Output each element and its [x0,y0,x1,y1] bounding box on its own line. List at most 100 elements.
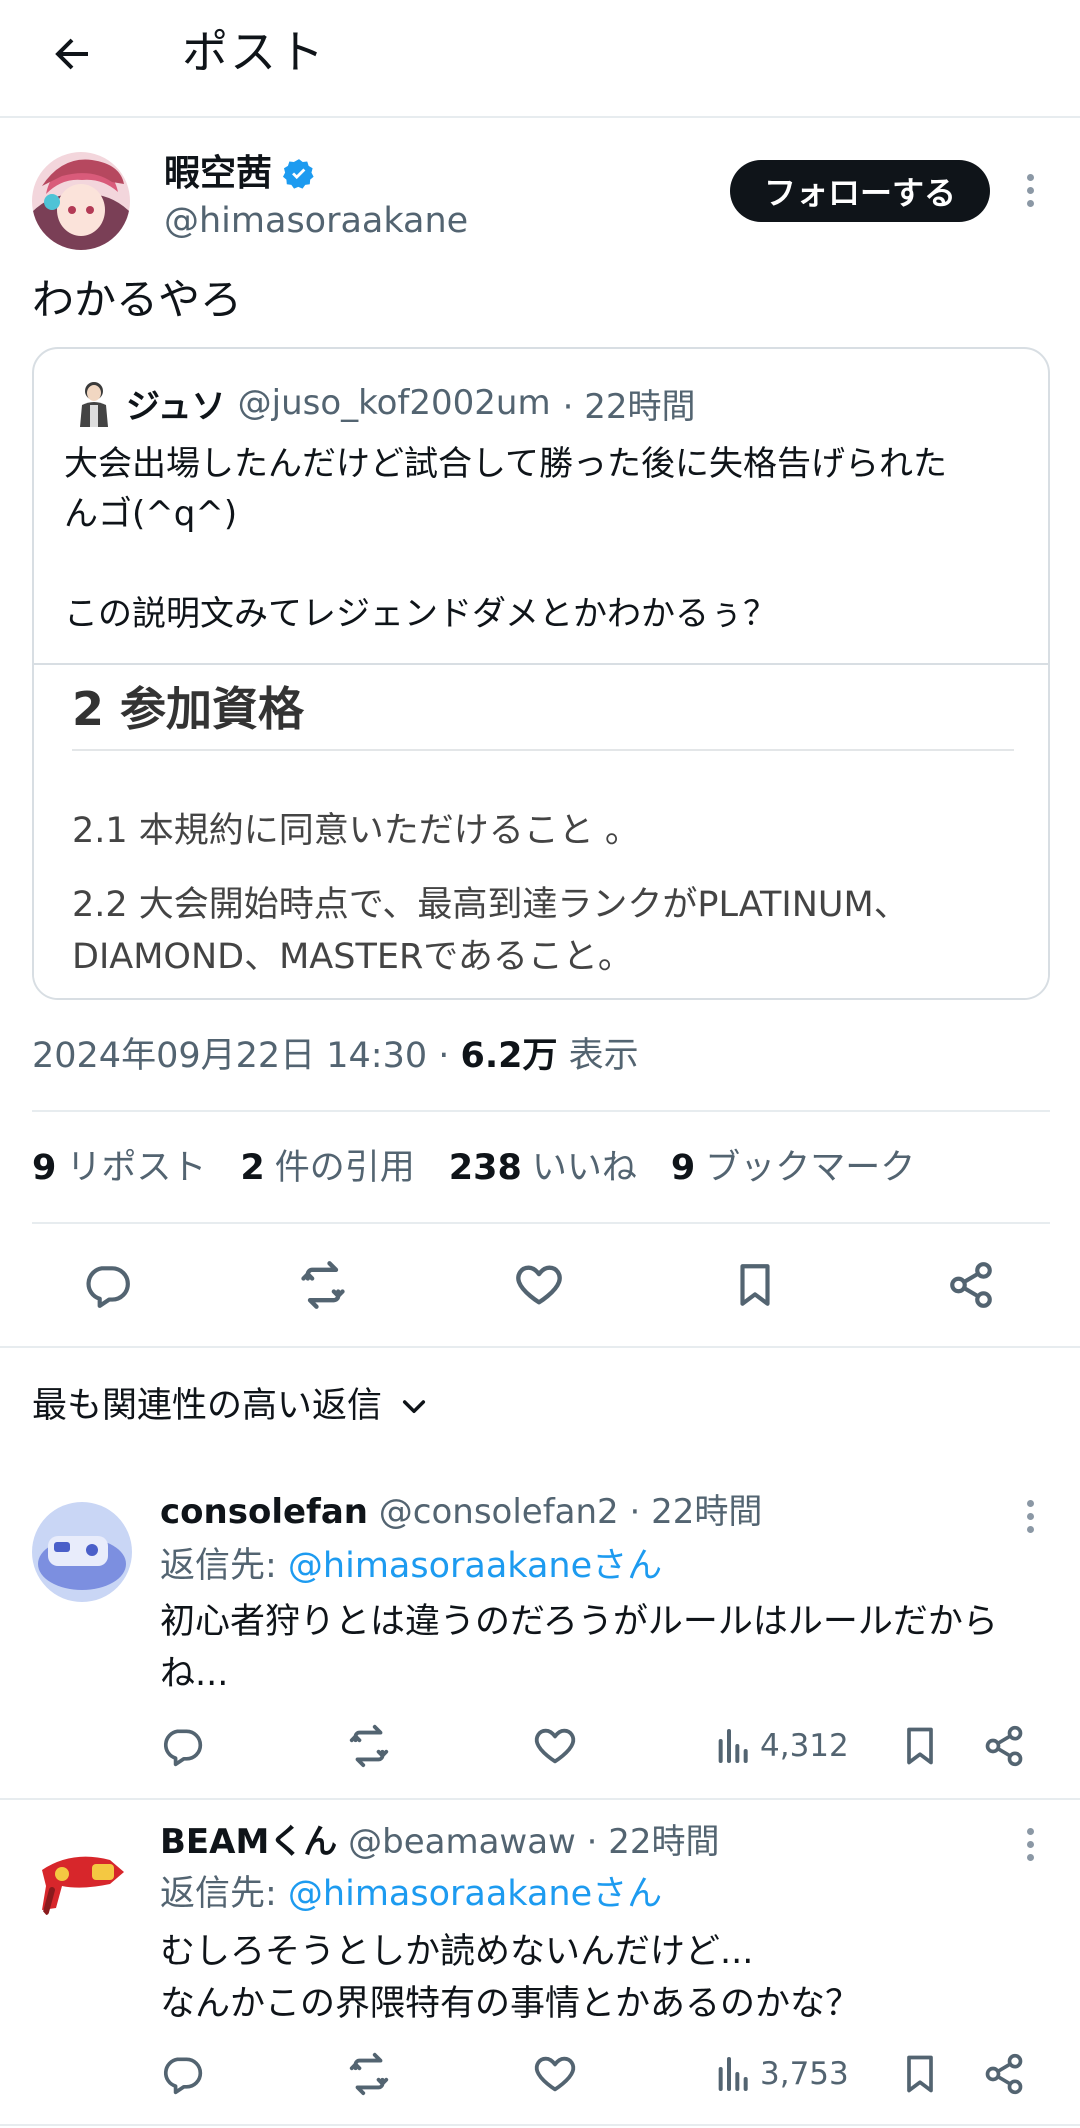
author-name-text: 暇空茜 [164,153,273,194]
reply-text-line: むしろそうとしか読めないんだけど... [160,1932,754,1972]
stat-quotes[interactable]: 2 件の引用 [240,1142,414,1194]
more-dot [1026,186,1034,194]
more-dots-icon [1026,1499,1034,1507]
stat-label: ブックマーク [705,1148,916,1188]
reply-time: · 22時間 [629,1492,763,1532]
bookmark-button[interactable] [720,1250,790,1320]
reply-to-line: 返信先: @himasoraakaneさん [160,1870,662,1918]
post-stats: 9 リポスト 2 件の引用 238 いいね 9 ブックマーク [32,1142,915,1194]
quoted-post-header: ジュソ @juso_kof2002um · 22時間 [74,379,695,427]
reply-avatar[interactable] [32,1502,132,1602]
share-button[interactable] [936,1250,1006,1320]
quoted-text-line: この説明文みてレジェンドダメとかわかるぅ？ [64,594,777,634]
more-dot [1026,1840,1034,1848]
chevron-down-icon [402,1400,426,1414]
follow-button[interactable]: フォローする [730,160,990,222]
reply-views-button[interactable]: 4,312 [714,1716,849,1776]
reply-icon [86,1266,130,1308]
repost-button[interactable] [288,1250,358,1320]
reply-more-button[interactable] [1010,1814,1050,1874]
back-button[interactable] [40,22,104,86]
divider [0,1798,1080,1800]
reply-share-button[interactable] [982,2044,1026,2104]
quoted-text-line [64,539,1034,589]
quoted-author-handle: @juso_kof2002um [237,383,551,423]
repost-icon [301,1261,345,1309]
more-dot [1026,1512,1034,1520]
image-divider [72,749,1014,751]
quoted-post-time: · 22時間 [562,386,696,427]
reply-sort-selector[interactable]: 最も関連性の高い返信 [32,1380,430,1432]
more-dots-icon [1026,173,1034,181]
reply-to-mention[interactable]: @himasoraakaneさん [288,1874,662,1914]
views-count: 6.2万 [460,1036,558,1076]
stat-likes[interactable]: 238 いいね [449,1142,637,1194]
reply-to-prefix: 返信先: [160,1874,288,1914]
stat-bookmarks[interactable]: 9 ブックマーク [671,1142,915,1194]
reply-header: consolefan @consolefan2 · 22時間 [160,1488,762,1536]
share-icon [985,1725,1023,1767]
reply-reply-button[interactable] [160,2044,204,2104]
quoted-post-image[interactable]: 2 参加資格 2.1 本規約に同意いただけること 。 2.2 大会開始時点で、最… [34,663,1048,998]
reply-views-count: 3,753 [760,2056,849,2092]
author-handle[interactable]: @himasoraakane [164,198,468,244]
quoted-post-text: 大会出場したんだけど試合して勝った後に失格告げられた んゴ(^q^) この説明文… [64,439,1034,639]
image-heading: 2 参加資格 [72,682,305,736]
like-button[interactable] [504,1250,574,1320]
timestamp-text: 2024年09月22日 14:30 · [32,1036,461,1076]
author-name[interactable]: 暇空茜 [164,150,316,198]
quoted-author-avatar [74,379,114,427]
stat-label: いいね [531,1148,637,1188]
quoted-text-line: 大会出場したんだけど試合して勝った後に失格告げられた [64,444,947,484]
stat-value: 9 [32,1148,57,1188]
share-icon [985,2053,1023,2095]
divider [0,1346,1080,1348]
reply-bookmark-button[interactable] [898,1716,942,1776]
reply-author-handle[interactable]: @beamawaw [348,1822,576,1862]
reply-to-line: 返信先: @himasoraakaneさん [160,1542,662,1590]
reply-text-line: ね... [160,1654,229,1694]
reply-to-mention[interactable]: @himasoraakaneさん [288,1546,662,1586]
stat-label: 件の引用 [274,1148,415,1188]
repost-icon [349,1724,389,1768]
quoted-post[interactable]: ジュソ @juso_kof2002um · 22時間 大会出場したんだけど試合し… [32,347,1050,1000]
divider [32,1110,1050,1112]
reply-bookmark-button[interactable] [898,2044,942,2104]
views-chart-icon [718,1729,748,1763]
reply-like-button[interactable] [532,1716,578,1776]
stat-value: 9 [670,1148,696,1188]
reply-header: BEAMくん @beamawaw · 22時間 [160,1818,720,1866]
reply-repost-button[interactable] [346,2044,392,2104]
more-dot [1026,1525,1034,1533]
reply-action-bar: 4,312 [0,1716,1080,1776]
reply-to-prefix: 返信先: [160,1546,288,1586]
quoted-author-name: ジュソ [126,386,226,427]
more-dot [1026,1853,1034,1861]
more-dots-icon [1026,1827,1034,1835]
reply-author-name[interactable]: BEAMくん [160,1822,337,1862]
image-line: 2.1 本規約に同意いただけること 。 [72,811,640,851]
reply-text-line: なんかこの界隈特有の事情とかあるのかな？ [160,1984,861,2024]
page-title: ポスト [182,25,326,79]
top-bar: ポスト [0,0,1080,118]
stat-label: リポスト [66,1148,207,1188]
reply-icon [163,2057,203,2095]
like-icon [534,1728,576,1764]
reply-share-button[interactable] [982,1716,1026,1776]
reply-like-button[interactable] [532,2044,578,2104]
reply-more-button[interactable] [1010,1486,1050,1546]
reply-author-name[interactable]: consolefan [160,1492,368,1532]
stat-reposts[interactable]: 9 リポスト [32,1142,206,1194]
stat-value: 2 [240,1148,265,1188]
reply-reply-button[interactable] [160,1716,204,1776]
post-timestamp: 2024年09月22日 14:30 · 6.2万 表示 [32,1030,639,1082]
reply-repost-button[interactable] [346,1716,392,1776]
author-avatar[interactable] [32,152,130,250]
divider [0,2124,1080,2126]
reply-avatar[interactable] [32,1830,132,1930]
reply-button[interactable] [72,1250,142,1320]
stat-value: 238 [448,1148,522,1188]
reply-author-handle[interactable]: @consolefan2 [379,1492,619,1532]
reply-views-button[interactable]: 3,753 [714,2044,849,2104]
post-more-button[interactable] [1010,160,1050,220]
